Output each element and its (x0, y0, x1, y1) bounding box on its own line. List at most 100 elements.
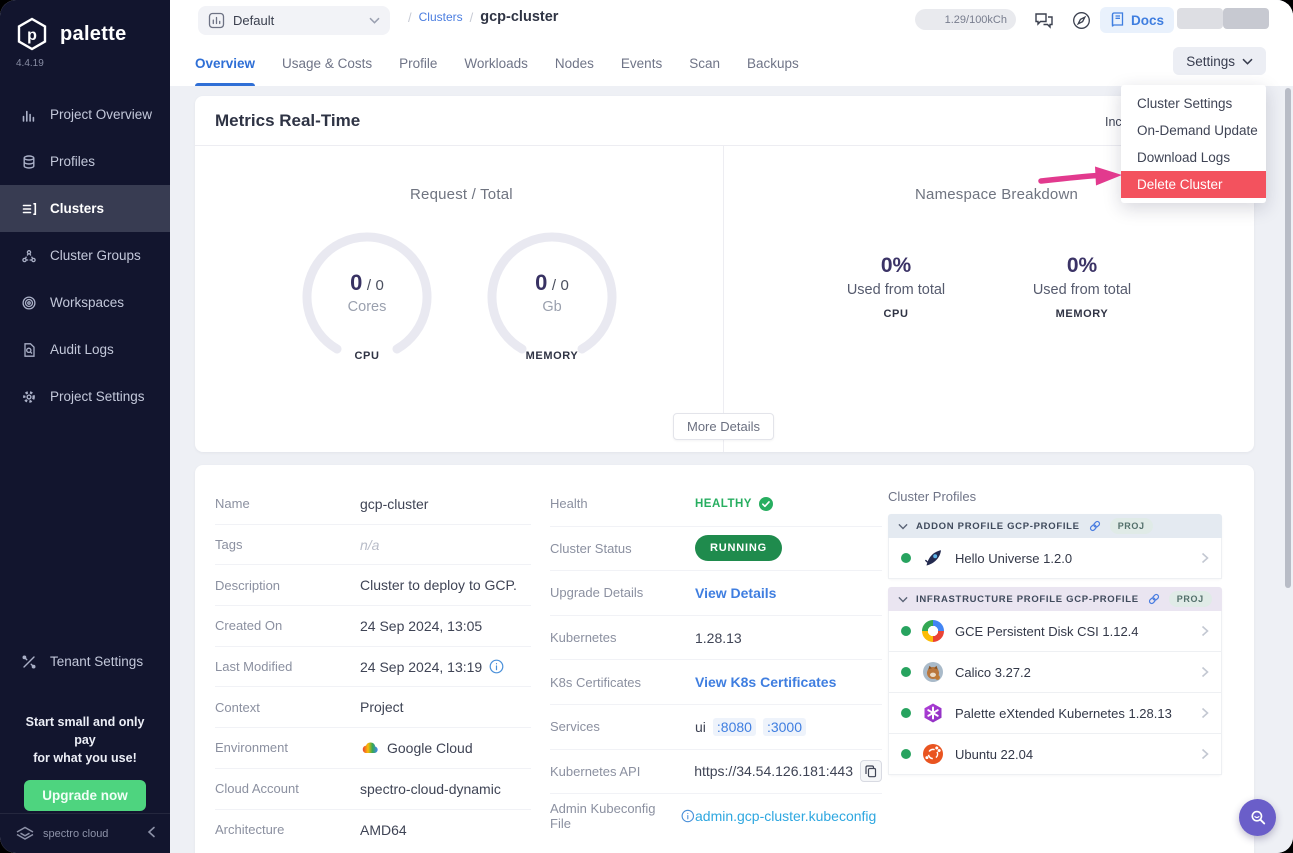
view-details-link[interactable]: View Details (695, 585, 776, 601)
sidebar-item-workspaces[interactable]: Workspaces (0, 279, 170, 326)
profile-layer-calico[interactable]: Calico 3.27.2 (888, 652, 1222, 693)
settings-button[interactable]: Settings (1173, 47, 1266, 75)
details-middle-column: Health HEALTHY Cluster Status RUNNING Up… (550, 482, 882, 839)
sidebar-item-tenant-settings[interactable]: Tenant Settings (0, 638, 170, 685)
breadcrumb-separator: / (470, 10, 474, 25)
addon-profile-section: ADDON PROFILE GCP-PROFILE PROJ Hello Uni… (888, 514, 1222, 579)
menu-item-download-logs[interactable]: Download Logs (1121, 144, 1266, 171)
service-port-link[interactable]: :8080 (713, 718, 756, 736)
details-left-column: Name gcp-cluster Tags n/a Description Cl… (215, 484, 531, 850)
sidebar-item-cluster-groups[interactable]: Cluster Groups (0, 232, 170, 279)
gauge-total: 0 (375, 277, 383, 294)
tab-backups[interactable]: Backups (747, 40, 799, 86)
chevron-down-icon (898, 596, 908, 603)
addon-profile-header[interactable]: ADDON PROFILE GCP-PROFILE PROJ (888, 514, 1222, 538)
book-icon (1110, 12, 1125, 28)
last-modified-value: 24 Sep 2024, 13:19 (360, 659, 482, 675)
profile-layer-pxk[interactable]: Palette eXtended Kubernetes 1.28.13 (888, 693, 1222, 734)
menu-item-cluster-settings[interactable]: Cluster Settings (1121, 90, 1266, 117)
tab-profile[interactable]: Profile (399, 40, 437, 86)
percent-label: Used from total (992, 282, 1172, 298)
gauge-unit: Cores (302, 299, 432, 315)
menu-item-delete-cluster[interactable]: Delete Cluster (1121, 171, 1266, 198)
clusters-list-icon (20, 200, 37, 217)
app-version: 4.4.19 (0, 52, 170, 69)
concentric-circles-icon (20, 294, 37, 311)
tab-events[interactable]: Events (621, 40, 662, 86)
settings-button-label: Settings (1186, 54, 1235, 69)
detail-row-services: Services ui :8080 :3000 (550, 705, 882, 750)
project-selector[interactable]: Default (198, 6, 390, 35)
services-prefix: ui (695, 719, 706, 735)
docs-button[interactable]: Docs (1100, 7, 1174, 33)
docs-label: Docs (1131, 13, 1164, 28)
upgrade-now-button[interactable]: Upgrade now (24, 780, 146, 811)
app-window: p palette 4.4.19 Project Overview Profil… (0, 0, 1293, 853)
usage-quota-badge: 1.29/100kCh (915, 9, 1016, 30)
whats-new-button[interactable] (1068, 7, 1094, 33)
tab-usage-costs[interactable]: Usage & Costs (282, 40, 372, 86)
sidebar-collapse-icon[interactable] (147, 826, 156, 841)
detail-row-name: Name gcp-cluster (215, 484, 531, 525)
chat-button[interactable] (1031, 7, 1057, 33)
detail-row-description: Description Cluster to deploy to GCP. (215, 565, 531, 606)
breadcrumb-link-clusters[interactable]: Clusters (419, 10, 463, 24)
gauge-separator: / (552, 277, 556, 294)
status-dot (901, 553, 911, 563)
info-icon[interactable] (489, 659, 504, 674)
tab-scan[interactable]: Scan (689, 40, 720, 86)
sidebar-item-label: Project Settings (50, 389, 145, 404)
detail-row-health: Health HEALTHY (550, 482, 882, 527)
detail-row-upgrade-details: Upgrade Details View Details (550, 571, 882, 616)
project-selector-value: Default (233, 13, 361, 28)
check-circle-icon (758, 496, 774, 512)
feedback-button[interactable] (1239, 799, 1276, 836)
scope-badge: PROJ (1110, 518, 1153, 534)
info-icon[interactable] (681, 809, 695, 823)
sidebar-item-label: Audit Logs (50, 342, 114, 357)
infrastructure-profile-header[interactable]: INFRASTRUCTURE PROFILE GCP-PROFILE PROJ (888, 587, 1222, 611)
bar-chart-icon (20, 106, 37, 123)
profile-layer-ubuntu[interactable]: Ubuntu 22.04 (888, 734, 1222, 775)
profile-layer-hello-universe[interactable]: Hello Universe 1.2.0 (888, 538, 1222, 579)
tab-overview[interactable]: Overview (195, 40, 255, 86)
more-details-button[interactable]: More Details (673, 413, 774, 440)
menu-item-on-demand-update[interactable]: On-Demand Update (1121, 117, 1266, 144)
status-dot (901, 749, 911, 759)
svg-text:p: p (27, 27, 37, 44)
sidebar-item-project-settings[interactable]: Project Settings (0, 373, 170, 420)
sidebar-nav: Project Overview Profiles Clusters Clust… (0, 91, 170, 420)
tab-workloads[interactable]: Workloads (464, 40, 528, 86)
sidebar-item-profiles[interactable]: Profiles (0, 138, 170, 185)
sidebar-item-clusters[interactable]: Clusters (0, 185, 170, 232)
copy-button[interactable] (860, 760, 882, 782)
percent-label: Used from total (806, 282, 986, 298)
sidebar-item-project-overview[interactable]: Project Overview (0, 91, 170, 138)
request-total-title: Request / Total (410, 186, 513, 203)
tab-nodes[interactable]: Nodes (555, 40, 594, 86)
status-dot (901, 667, 911, 677)
chevron-right-icon (1201, 552, 1209, 564)
link-icon (1088, 519, 1102, 533)
api-endpoint-value: https://34.54.126.181:443 (694, 763, 853, 779)
scope-badge: PROJ (1169, 591, 1212, 607)
cluster-profiles-title: Cluster Profiles (888, 489, 1222, 504)
detail-row-cloud-account: Cloud Account spectro-cloud-dynamic (215, 769, 531, 810)
view-certificates-link[interactable]: View K8s Certificates (695, 674, 836, 690)
service-port-link[interactable]: :3000 (763, 718, 806, 736)
detail-row-k8s-certificates: K8s Certificates View K8s Certificates (550, 660, 882, 705)
sidebar-item-audit-logs[interactable]: Audit Logs (0, 326, 170, 373)
metrics-card: Metrics Real-Time Incl Request / Total N… (195, 96, 1254, 452)
profile-header-label: ADDON PROFILE GCP-PROFILE (916, 521, 1080, 532)
spectro-cloud-logo-icon (14, 826, 36, 842)
detail-row-kubernetes: Kubernetes 1.28.13 (550, 616, 882, 661)
namespace-title: Namespace Breakdown (915, 186, 1078, 203)
profile-layer-gce-disk[interactable]: GCE Persistent Disk CSI 1.12.4 (888, 611, 1222, 652)
chevron-down-icon (369, 17, 380, 24)
gauge-separator: / (367, 277, 371, 294)
chevron-right-icon (1201, 625, 1209, 637)
network-nodes-icon (20, 247, 37, 264)
vertical-scrollbar[interactable] (1285, 88, 1291, 588)
detail-row-kubernetes-api: Kubernetes API https://34.54.126.181:443 (550, 750, 882, 795)
kubeconfig-download-link[interactable]: admin.gcp-cluster.kubeconfig (695, 808, 876, 824)
